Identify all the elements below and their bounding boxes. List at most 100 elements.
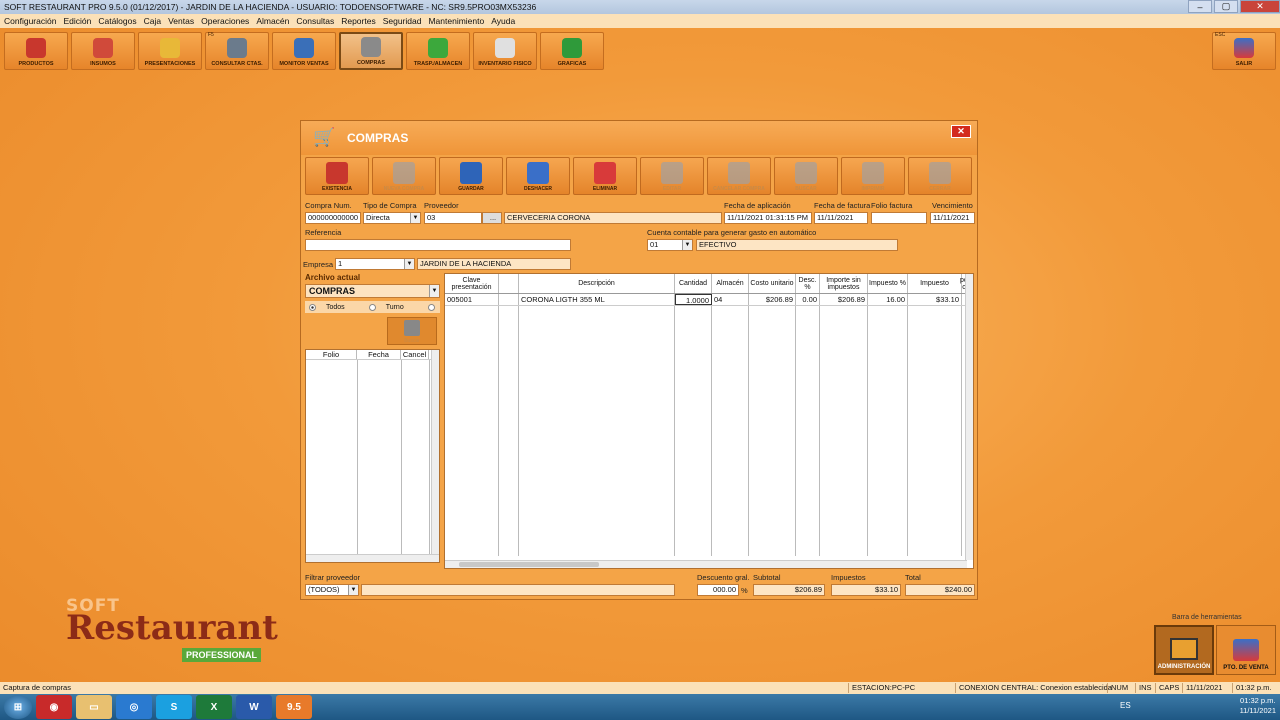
language-indicator[interactable]: ES (1120, 701, 1131, 710)
dialog-button-nueva-compra[interactable]: NUEVA COMPRA (372, 157, 436, 195)
folio-list[interactable]: Folio Fecha Cancel (305, 349, 440, 563)
toolbar-button-graficas[interactable]: GRAFICAS (540, 32, 604, 70)
menu-item-2[interactable]: Catálogos (98, 16, 136, 26)
dialog-button-guardar[interactable]: GUARDAR (439, 157, 503, 195)
close-window-button[interactable]: ✕ (1240, 0, 1280, 13)
table-cell[interactable]: 16.00 (868, 294, 908, 305)
menu-item-6[interactable]: Almacén (256, 16, 289, 26)
menu-item-9[interactable]: Seguridad (383, 16, 422, 26)
table-cell[interactable]: $33.10 (908, 294, 962, 305)
grid-col-header-2[interactable]: Descripción (519, 274, 675, 293)
dialog-button-editar[interactable]: EDITAR (640, 157, 704, 195)
chevron-down-icon[interactable]: ▼ (682, 240, 692, 250)
toolbar-button-inventario-fisico[interactable]: INVENTARIO FISICO (473, 32, 537, 70)
menu-item-5[interactable]: Operaciones (201, 16, 249, 26)
grid-col-header-7[interactable]: Importe sin impuestos (820, 274, 868, 293)
grid-col-header-9[interactable]: Impuesto (908, 274, 962, 293)
taskbar-chrome-icon[interactable]: ◎ (116, 695, 152, 719)
table-cell[interactable]: 0.00 (796, 294, 820, 305)
table-cell[interactable]: $206.89 (749, 294, 796, 305)
cuenta-code-select[interactable]: 01 ▼ (647, 239, 693, 251)
taskbar-explorer-icon[interactable]: ▭ (76, 695, 112, 719)
table-row[interactable]: 005001 CORONA LIGTH 355 ML 1.0000 04 $206.89… (445, 294, 973, 306)
radio-dot[interactable] (427, 303, 435, 311)
grid-col-header-4[interactable]: Almacén (712, 274, 749, 293)
fecha-factura-field[interactable]: 11/11/2021 (814, 212, 868, 224)
toolbar-button-monitor-ventas[interactable]: MONITOR VENTAS (272, 32, 336, 70)
proveedor-lookup-button[interactable]: ... (482, 212, 502, 224)
menu-item-3[interactable]: Caja (144, 16, 161, 26)
empresa-code-select[interactable]: 1 ▼ (335, 258, 415, 270)
grid-col-header-0[interactable]: Clave presentación (445, 274, 499, 293)
toolbar-button-compras[interactable]: COMPRAS (339, 32, 403, 70)
table-cell[interactable]: 04 (712, 294, 749, 305)
table-cell[interactable]: 1.0000 (675, 294, 712, 305)
dialog-button-buscar[interactable]: BUSCAR (774, 157, 838, 195)
dialog-button-imprimir[interactable]: IMPRIMIR (841, 157, 905, 195)
purchase-items-grid[interactable]: Clave presentación Descripción Cantidad Alm… (444, 273, 974, 569)
toolbar-button-consultar-ctas-[interactable]: F5 CONSULTAR CTAS. (205, 32, 269, 70)
menu-item-11[interactable]: Ayuda (491, 16, 515, 26)
folio-factura-field[interactable] (871, 212, 927, 224)
exit-button[interactable]: ESC SALIR (1212, 32, 1276, 70)
radio-dot[interactable] (309, 303, 316, 311)
radio-todos[interactable]: Todos (305, 303, 355, 311)
taskbar-skype-icon[interactable]: S (156, 695, 192, 719)
table-cell[interactable]: 005001 (445, 294, 499, 305)
left-horizontal-scrollbar[interactable] (306, 554, 439, 562)
system-clock[interactable]: 01:32 p.m. 11/11/2021 (1240, 696, 1276, 716)
menu-item-4[interactable]: Ventas (168, 16, 194, 26)
grid-col-header-8[interactable]: Impuesto % (868, 274, 908, 293)
menu-item-10[interactable]: Mantenimiento (428, 16, 484, 26)
fecha-aplicacion-field[interactable]: 11/11/2021 01:31:15 PM (724, 212, 812, 224)
dialog-button-eliminar[interactable]: ELIMINAR (573, 157, 637, 195)
toolbar-button-insumos[interactable]: INSUMOS (71, 32, 135, 70)
dialog-button-deshacer[interactable]: DESHACER (506, 157, 570, 195)
toolbar-button-trasp-almacen[interactable]: TRASP./ALMACEN (406, 32, 470, 70)
grid-col-header-6[interactable]: Desc. % (796, 274, 820, 293)
fecha-col-header[interactable]: Fecha (357, 350, 401, 359)
grid-col-header-5[interactable]: Costo unitario (749, 274, 796, 293)
menu-item-1[interactable]: Edición (63, 16, 91, 26)
radio-turno[interactable]: Turno (365, 303, 414, 311)
menu-item-0[interactable]: Configuración (4, 16, 56, 26)
punto-venta-button[interactable]: PTO. DE VENTA (1216, 625, 1276, 675)
menu-item-7[interactable]: Consultas (296, 16, 334, 26)
tipo-compra-select[interactable]: Directa ▼ (363, 212, 421, 224)
toolbar-button-presentaciones[interactable]: PRESENTACIONES (138, 32, 202, 70)
dialog-button-existencia[interactable]: EXISTENCIA (305, 157, 369, 195)
descuento-field[interactable]: 000.00 (697, 584, 739, 596)
chevron-down-icon[interactable]: ▼ (348, 585, 358, 595)
start-button[interactable]: ⊞ (4, 695, 32, 719)
radio-dot[interactable] (368, 303, 376, 311)
table-cell[interactable] (499, 294, 519, 305)
cancel-col-header[interactable]: Cancel (401, 350, 429, 359)
maximize-button[interactable]: ▢ (1214, 0, 1238, 13)
minimize-button[interactable]: – (1188, 0, 1212, 13)
administracion-button[interactable]: ADMINISTRACIÓN (1154, 625, 1214, 675)
taskbar-soft-restaurant-icon[interactable]: 9.5 (276, 695, 312, 719)
scroll-thumb[interactable] (459, 562, 599, 567)
dialog-close-button[interactable]: ✕ (951, 125, 971, 138)
grid-vertical-scrollbar[interactable] (965, 274, 973, 560)
taskbar-screen-recorder-icon[interactable]: ◉ (36, 695, 72, 719)
menu-item-8[interactable]: Reportes (341, 16, 376, 26)
vencimiento-field[interactable]: 11/11/2021 (930, 212, 975, 224)
chevron-down-icon[interactable]: ▼ (429, 285, 439, 297)
grid-col-header-3[interactable]: Cantidad (675, 274, 712, 293)
table-cell[interactable]: CORONA LIGTH 355 ML (519, 294, 675, 305)
chevron-down-icon[interactable]: ▼ (404, 259, 414, 269)
grid-horizontal-scrollbar[interactable] (445, 560, 967, 568)
buscar-left-button[interactable]: Buscar (387, 317, 437, 345)
dialog-button-cancelar-compra[interactable]: CANCELAR COMPRA (707, 157, 771, 195)
table-cell[interactable]: $206.89 (820, 294, 868, 305)
dialog-button-cerrar[interactable]: CERRAR (908, 157, 972, 195)
folio-col-header[interactable]: Folio (306, 350, 357, 359)
compra-num-field[interactable]: 000000000000 (305, 212, 361, 224)
toolbar-button-productos[interactable]: PRODUCTOS (4, 32, 68, 70)
archivo-actual-select[interactable]: COMPRAS ▼ (305, 284, 440, 298)
proveedor-code-field[interactable]: 03 (424, 212, 482, 224)
chevron-down-icon[interactable]: ▼ (410, 213, 420, 223)
referencia-field[interactable] (305, 239, 571, 251)
grid-col-header-1[interactable] (499, 274, 519, 293)
